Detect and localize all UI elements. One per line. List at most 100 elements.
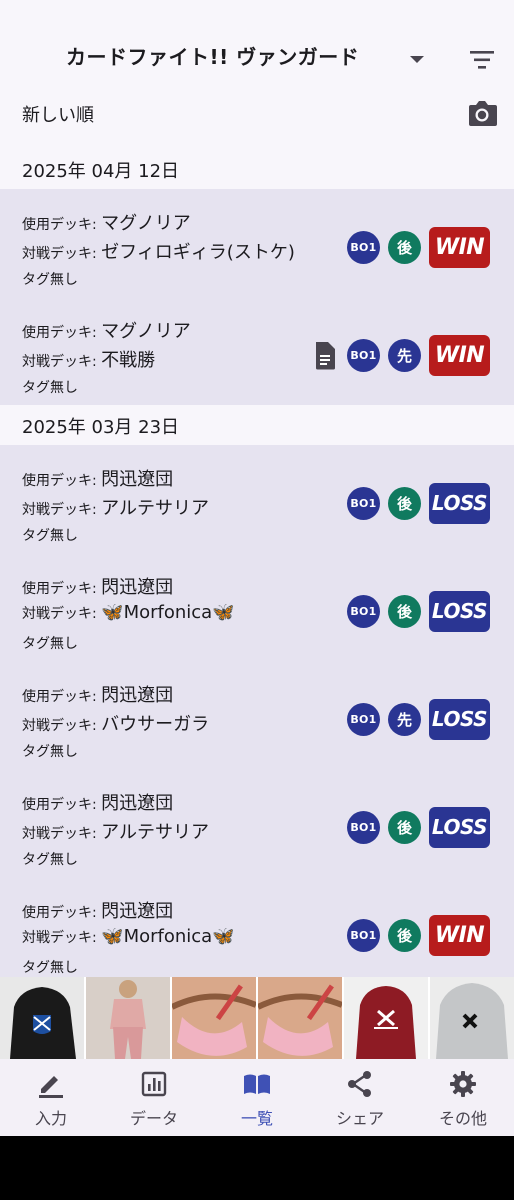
used-deck-line: 使用デッキ: 閃迅遼団 <box>22 573 173 599</box>
best-of-badge: BO1 <box>347 486 380 520</box>
match-badges: BO1 先 WIN <box>313 334 490 376</box>
date-label: 2025年 04月 12日 <box>22 161 180 182</box>
used-deck-label: 使用デッキ: <box>22 473 102 489</box>
turn-order-badge: 後 <box>388 810 421 844</box>
ad-image-eyeliner-tool[interactable] <box>172 977 256 1059</box>
match-row[interactable]: 使用デッキ: 閃迅遼団対戦デッキ: 🦋Morfonica🦋 タグ無し BO1 後 WIN <box>0 877 514 985</box>
match-badges: BO1 後 WIN <box>347 914 490 956</box>
ad-image-hoodie-grey[interactable] <box>430 977 514 1059</box>
match-badges: BO1 先 LOSS <box>347 698 490 740</box>
book-icon <box>244 1074 270 1094</box>
match-badges: BO1 後 WIN <box>347 226 490 268</box>
result-badge: WIN <box>429 334 490 376</box>
turn-order-badge: 後 <box>388 918 421 952</box>
match-row[interactable]: 使用デッキ: 閃迅遼団 対戦デッキ: 🦋Morfonica🦋 タグ無し BO1 後 LOS… <box>0 553 514 661</box>
tag-label: タグ無し <box>22 380 78 396</box>
turn-order-badge: 後 <box>388 486 421 520</box>
used-deck-line: 使用デッキ: マグノリア <box>22 317 191 343</box>
nav-item-list[interactable]: 一覧 <box>206 1059 308 1136</box>
turn-order-badge: 後 <box>388 594 421 628</box>
used-deck-line: 使用デッキ: マグノリア <box>22 209 191 235</box>
chevron-down-icon[interactable] <box>404 50 430 70</box>
nav-label: シェア <box>335 1109 384 1128</box>
used-deck-label: 使用デッキ: <box>22 325 102 341</box>
best-of-badge: BO1 <box>347 702 380 736</box>
used-deck-line: 使用デッキ: 閃迅遼団 <box>22 897 173 923</box>
match-group: 使用デッキ: 閃迅遼団 対戦デッキ: アルテサリア タグ無し BO1 後 LOSS 使用デッ… <box>0 445 514 985</box>
used-deck-name: 閃迅遼団 <box>101 901 174 922</box>
used-deck-name: マグノリア <box>101 213 191 234</box>
best-of-badge: BO1 <box>347 918 380 952</box>
ad-image-pink-outfit[interactable] <box>86 977 170 1059</box>
nav-label: 一覧 <box>240 1109 273 1128</box>
turn-order-badge: 先 <box>388 702 421 736</box>
match-row[interactable]: 使用デッキ: 閃迅遼団対戦デッキ: アルテサリアタグ無し BO1 後 LOSS <box>0 769 514 877</box>
opponent-deck-name: 🦋Morfonica🦋 <box>101 926 235 947</box>
nav-item-other[interactable]: その他 <box>412 1059 514 1136</box>
nav-item-share[interactable]: シェア <box>309 1059 411 1136</box>
opponent-deck-line: 対戦デッキ: バウサーガラ <box>22 710 209 736</box>
match-row[interactable]: 使用デッキ: 閃迅遼団対戦デッキ: アルテサリアタグ無し BO1 後 LOSS <box>0 445 514 553</box>
opponent-deck-label: 対戦デッキ: <box>22 354 102 370</box>
system-navigation-bar <box>0 1136 514 1200</box>
result-badge: WIN <box>429 914 490 956</box>
match-row[interactable]: 使用デッキ: マグノリア 対戦デッキ: 不戦勝 タグ無し BO1 先 WIN <box>0 297 514 405</box>
nav-label: その他 <box>438 1109 487 1128</box>
used-deck-name: マグノリア <box>101 321 191 342</box>
used-deck-name: 閃迅遼団 <box>101 793 174 814</box>
best-of-badge: BO1 <box>347 338 380 372</box>
tag-label: タグ無し <box>22 852 78 868</box>
result-badge: WIN <box>429 226 490 268</box>
filter-icon[interactable] <box>466 44 498 76</box>
tag-label: タグ無し <box>22 744 78 760</box>
camera-icon[interactable] <box>465 97 499 129</box>
used-deck-label: 使用デッキ: <box>22 905 102 921</box>
opponent-deck-name: ゼフィロギィラ(ストケ) <box>101 242 295 263</box>
used-deck-line: 使用デッキ: 閃迅遼団 <box>22 681 173 707</box>
nav-item-data[interactable]: データ <box>103 1059 205 1136</box>
result-badge: LOSS <box>429 590 490 632</box>
app-bar: カードファイト!! ヴァンガード <box>0 0 514 90</box>
tag-label: タグ無し <box>22 636 78 652</box>
opponent-deck-line: 対戦デッキ: ゼフィロギィラ(ストケ) <box>22 238 295 264</box>
used-deck-name: 閃迅遼団 <box>101 577 174 598</box>
sort-order-label[interactable]: 新しい順 <box>22 101 94 127</box>
game-title-selector[interactable]: カードファイト!! ヴァンガード <box>66 41 359 70</box>
note-icon <box>316 342 335 370</box>
bottom-navigation: 入力 データ 一覧 シェア その他 <box>0 1059 514 1136</box>
tag-label: タグ無し <box>22 272 78 288</box>
opponent-deck-line: 対戦デッキ: アルテサリア <box>22 818 209 844</box>
match-badges: BO1 後 LOSS <box>347 806 490 848</box>
gear-icon <box>450 1071 476 1097</box>
opponent-deck-line: 対戦デッキ: 🦋Morfonica🦋 <box>22 602 235 623</box>
nav-item-input[interactable]: 入力 <box>0 1059 102 1136</box>
ad-image-hoodie-black[interactable] <box>0 977 84 1059</box>
used-deck-name: 閃迅遼団 <box>101 469 174 490</box>
used-deck-label: 使用デッキ: <box>22 689 102 705</box>
ad-image-hoodie-red[interactable] <box>344 977 428 1059</box>
used-deck-label: 使用デッキ: <box>22 217 102 233</box>
opponent-deck-label: 対戦デッキ: <box>22 502 102 518</box>
tag-label: タグ無し <box>22 528 78 544</box>
result-badge: LOSS <box>429 482 490 524</box>
used-deck-label: 使用デッキ: <box>22 797 102 813</box>
match-row[interactable]: 使用デッキ: マグノリア対戦デッキ: ゼフィロギィラ(ストケ) タグ無し BO1 後 W… <box>0 189 514 297</box>
match-group: 使用デッキ: マグノリア 対戦デッキ: ゼフィロギィラ(ストケ) タグ無し BO1 後 W… <box>0 189 514 405</box>
ad-image-eyeliner-tool-2[interactable] <box>258 977 342 1059</box>
best-of-badge: BO1 <box>347 230 380 264</box>
used-deck-line: 使用デッキ: 閃迅遼団 <box>22 789 173 815</box>
opponent-deck-line: 対戦デッキ: 不戦勝 <box>22 346 155 372</box>
opponent-deck-label: 対戦デッキ: <box>22 246 102 262</box>
opponent-deck-line: 対戦デッキ: アルテサリア <box>22 494 209 520</box>
date-label: 2025年 03月 23日 <box>22 417 180 438</box>
opponent-deck-name: アルテサリア <box>101 498 209 519</box>
match-row[interactable]: 使用デッキ: 閃迅遼団対戦デッキ: バウサーガラタグ無し BO1 先 LOSS <box>0 661 514 769</box>
tag-label: タグ無し <box>22 960 78 976</box>
used-deck-line: 使用デッキ: 閃迅遼団 <box>22 465 173 491</box>
opponent-deck-name: アルテサリア <box>101 822 209 843</box>
opponent-deck-line: 対戦デッキ: 🦋Morfonica🦋 <box>22 926 235 947</box>
opponent-deck-name: 🦋Morfonica🦋 <box>101 602 235 623</box>
turn-order-badge: 先 <box>388 338 421 372</box>
opponent-deck-label: 対戦デッキ: <box>22 606 102 622</box>
ad-banner[interactable] <box>0 977 514 1059</box>
